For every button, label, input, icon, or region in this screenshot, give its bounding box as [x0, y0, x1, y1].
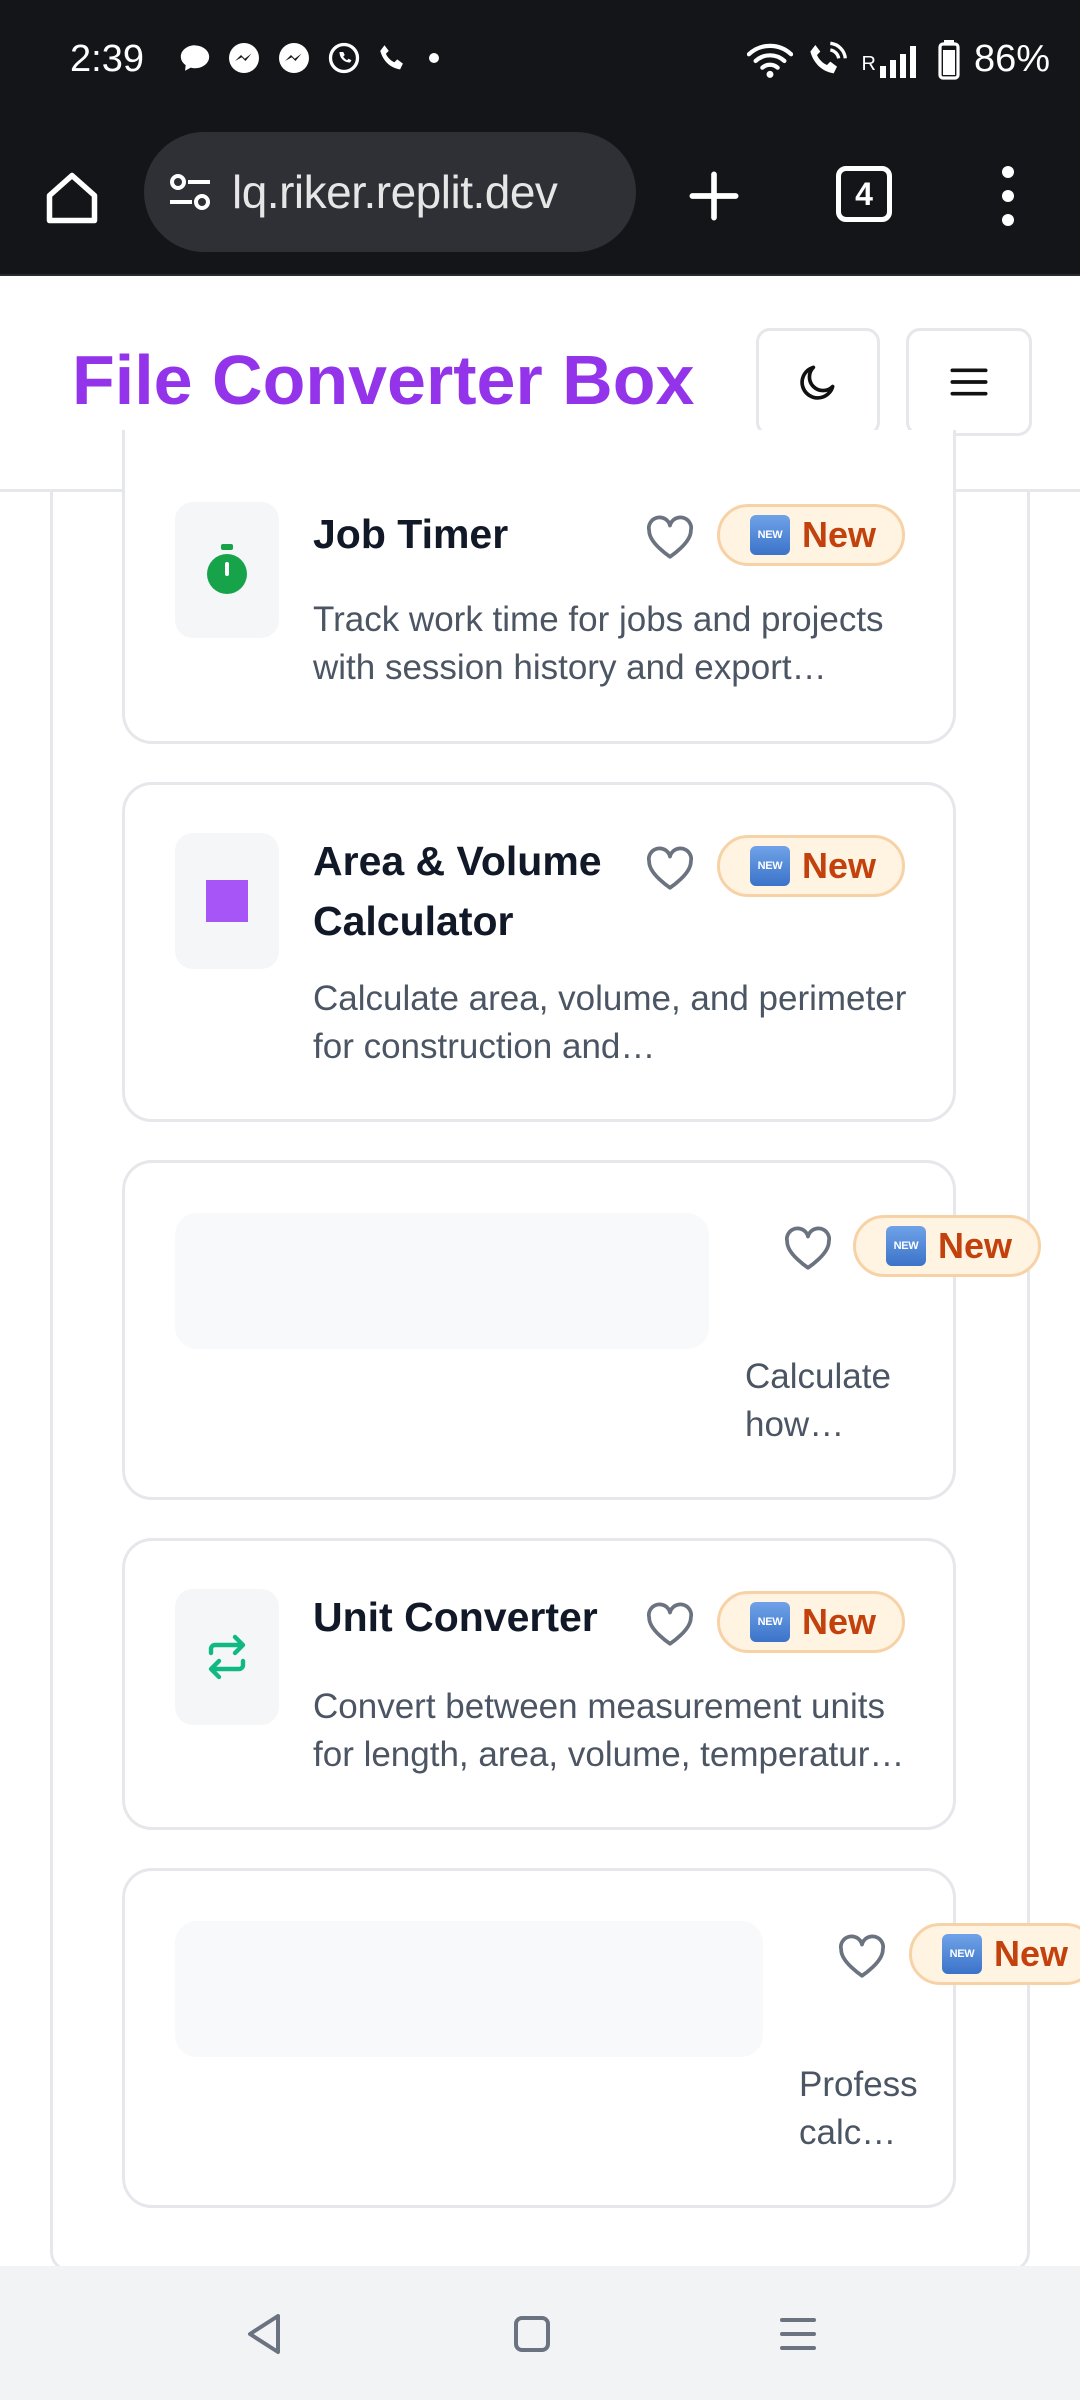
whatsapp-icon: [328, 42, 360, 74]
signal-icon: [879, 45, 916, 78]
square-icon: [206, 880, 248, 922]
tool-icon-tile: [175, 502, 279, 638]
heart-icon: [784, 1226, 832, 1270]
favorite-button[interactable]: [837, 1933, 887, 1981]
card-description: Convert between measurement units for le…: [313, 1687, 905, 1774]
new-tab-button[interactable]: [678, 160, 750, 232]
address-bar[interactable]: lq.riker.replit.dev: [144, 132, 636, 252]
new-badge: NEW New: [717, 835, 906, 897]
back-icon: [248, 2314, 280, 2354]
repeat-arrows-icon: [208, 1634, 246, 1680]
status-bar: 2:39 R 86%: [0, 0, 1080, 120]
recents-icon: [780, 2318, 816, 2350]
browser-toolbar: lq.riker.replit.dev 4: [0, 120, 1080, 276]
wifi-call-icon: [810, 41, 848, 73]
battery-icon: [938, 39, 960, 80]
new-emoji-icon: NEW: [942, 1934, 982, 1974]
badge-label: New: [938, 1225, 1013, 1266]
home-icon: [46, 172, 98, 224]
messenger-icon: [279, 43, 309, 73]
stopwatch-icon: [207, 544, 247, 594]
badge-label: New: [802, 1601, 877, 1642]
loading-skeleton: [175, 1921, 763, 2057]
home-button[interactable]: [36, 162, 108, 234]
favorite-button[interactable]: [783, 1225, 833, 1273]
square-outline-icon: [514, 2316, 550, 2352]
status-right: R 86%: [747, 38, 1050, 81]
new-emoji-icon: NEW: [750, 515, 790, 555]
card-description: Calculate area, volume, and perimeter fo…: [313, 979, 907, 1066]
tool-card-loading[interactable]: NEW New Profess calc…: [122, 1868, 1080, 2208]
card-description: Calculate how…: [745, 1357, 891, 1444]
new-badge: NEW New: [853, 1215, 1042, 1277]
site-settings-icon: [170, 174, 210, 210]
status-time: 2:39: [70, 38, 144, 80]
hamburger-icon: [950, 368, 988, 396]
favorite-button[interactable]: [645, 845, 695, 893]
moon-icon: [800, 365, 835, 400]
home-nav-button[interactable]: [502, 2306, 562, 2362]
heart-icon: [646, 1602, 694, 1646]
plus-icon: [689, 171, 739, 221]
battery-percent: 86%: [973, 38, 1050, 80]
badge-label: New: [802, 514, 877, 555]
dot-icon: [1002, 190, 1014, 202]
notification-icons: [178, 40, 444, 76]
new-emoji-icon: NEW: [886, 1226, 926, 1266]
dot-icon: [1002, 214, 1014, 226]
card-title[interactable]: Unit Converter: [313, 1587, 613, 1647]
phone-icon: [380, 45, 403, 70]
tab-switcher-button[interactable]: 4: [836, 166, 892, 222]
recents-button[interactable]: [768, 2306, 828, 2362]
wifi-icon: [747, 43, 794, 78]
new-badge: NEW New: [717, 504, 906, 566]
card-description: Profess calc…: [799, 2065, 918, 2152]
chat-bubble-icon: [180, 45, 210, 71]
card-description: Track work time for jobs and projects wi…: [313, 600, 884, 687]
menu-button[interactable]: [906, 328, 1032, 436]
theme-toggle-button[interactable]: [756, 328, 880, 436]
favorite-button[interactable]: [645, 514, 695, 562]
dot-icon: [429, 53, 439, 63]
url-text[interactable]: lq.riker.replit.dev: [232, 165, 558, 219]
loading-skeleton: [175, 1213, 709, 1349]
heart-icon: [646, 846, 694, 890]
heart-icon: [646, 515, 694, 559]
favorite-button[interactable]: [645, 1601, 695, 1649]
more-options-button[interactable]: [980, 160, 1036, 232]
card-title[interactable]: Job Timer: [313, 504, 613, 564]
badge-label: New: [802, 845, 877, 886]
tool-card-job-timer[interactable]: Job Timer NEW New Track work time for jo…: [122, 430, 956, 744]
new-emoji-icon: NEW: [750, 1602, 790, 1642]
dot-icon: [1002, 166, 1014, 178]
tool-card-unit-converter[interactable]: Unit Converter NEW New Convert between m…: [122, 1538, 956, 1830]
heart-icon: [838, 1934, 886, 1978]
new-emoji-icon: NEW: [750, 846, 790, 886]
tool-icon-tile: [175, 1589, 279, 1725]
tool-card-area-volume[interactable]: Area & Volume Calculator NEW New Calcula…: [122, 782, 956, 1122]
signal-label: R: [861, 53, 876, 75]
tool-card-loading[interactable]: NEW New Calculate how…: [122, 1160, 1042, 1500]
new-badge: NEW New: [717, 1591, 906, 1653]
messenger-icon: [229, 43, 259, 73]
system-nav-bar: [0, 2266, 1080, 2400]
tool-icon-tile: [175, 833, 279, 969]
new-badge: NEW New: [909, 1923, 1080, 1985]
back-button[interactable]: [234, 2306, 294, 2362]
badge-label: New: [994, 1933, 1069, 1974]
card-title[interactable]: Area & Volume Calculator: [313, 831, 613, 951]
app-title[interactable]: File Converter Box: [72, 340, 694, 420]
